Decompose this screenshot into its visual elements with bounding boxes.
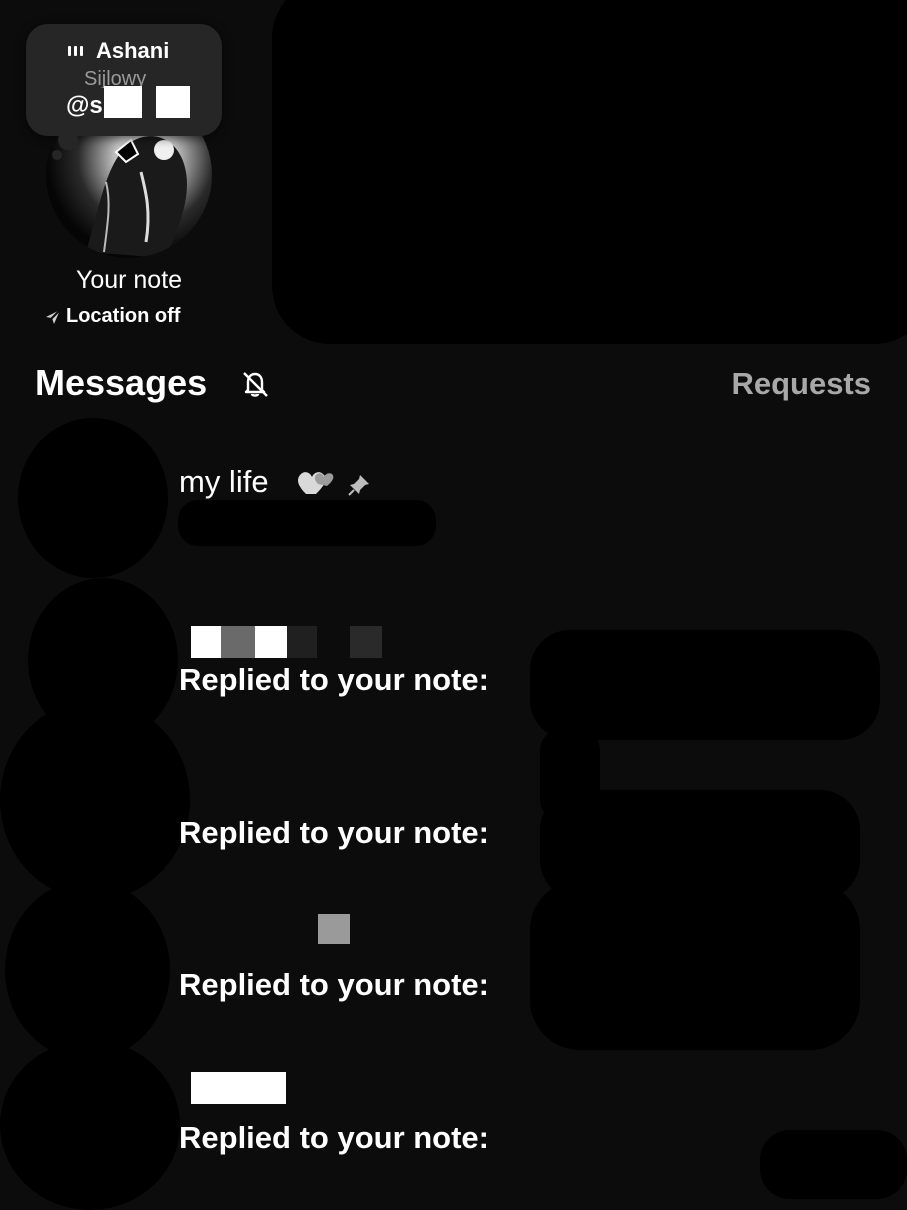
location-status[interactable]: Location off bbox=[44, 305, 180, 328]
requests-link[interactable]: Requests bbox=[731, 366, 871, 402]
name-pixelated bbox=[191, 626, 221, 658]
note-tail bbox=[58, 130, 78, 150]
handle-redaction bbox=[104, 86, 142, 118]
conversation-preview[interactable]: Replied to your note: bbox=[179, 662, 489, 698]
conversation-avatar-redacted[interactable] bbox=[5, 880, 170, 1060]
location-arrow-icon bbox=[45, 308, 61, 325]
note-name: Ashani bbox=[96, 38, 170, 63]
preview-redacted bbox=[530, 880, 860, 1050]
conversation-avatar-redacted[interactable] bbox=[18, 418, 168, 578]
note-handle: @s bbox=[66, 92, 103, 119]
audio-bars-icon bbox=[68, 42, 84, 56]
note-bubble[interactable]: Ashani Sijlowy @s bbox=[26, 24, 222, 136]
conversation-preview[interactable]: Replied to your note: bbox=[179, 1120, 489, 1156]
preview-redacted bbox=[760, 1130, 907, 1199]
preview-redacted bbox=[178, 500, 436, 546]
messages-title: Messages bbox=[35, 362, 208, 403]
note-tail bbox=[52, 150, 62, 160]
conversation-title[interactable]: my life bbox=[179, 464, 269, 500]
conversation-avatar-redacted[interactable] bbox=[0, 1040, 180, 1210]
name-pixelated bbox=[318, 914, 350, 944]
location-label: Location off bbox=[66, 305, 181, 327]
pin-icon bbox=[348, 475, 369, 496]
conversation-avatar-redacted[interactable] bbox=[0, 700, 190, 900]
bell-muted-icon[interactable] bbox=[240, 369, 270, 399]
name-pixelated bbox=[255, 626, 287, 658]
preview-redacted bbox=[530, 630, 880, 740]
handle-redaction bbox=[156, 86, 190, 118]
name-pixelated bbox=[350, 626, 382, 658]
stories-panel-redacted bbox=[272, 0, 907, 344]
name-pixelated bbox=[191, 1072, 286, 1104]
name-pixelated bbox=[221, 626, 255, 658]
note-subtitle: Sijlowy bbox=[84, 68, 147, 88]
your-note-label[interactable]: Your note bbox=[0, 266, 258, 295]
conversation-preview[interactable]: Replied to your note: bbox=[179, 967, 489, 1003]
conversation-preview[interactable]: Replied to your note: bbox=[179, 815, 489, 851]
heart-emoji-icon bbox=[298, 472, 334, 494]
name-pixelated bbox=[287, 626, 317, 658]
